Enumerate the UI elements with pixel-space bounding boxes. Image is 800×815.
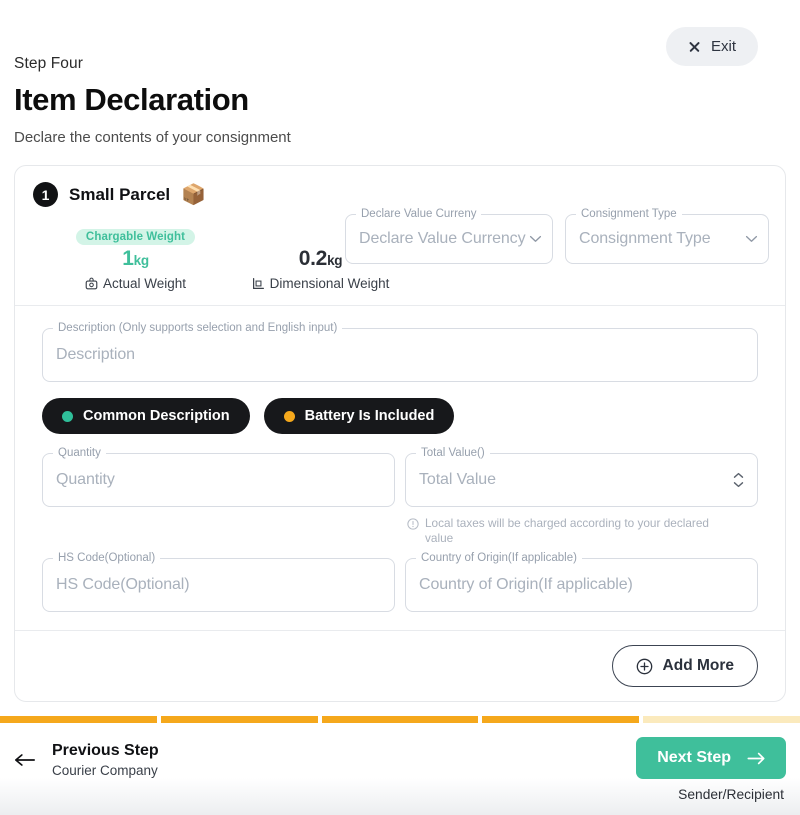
arrow-left-icon [15, 754, 35, 766]
previous-step-text: Previous Step Courier Company [52, 742, 159, 778]
quantity-col: Quantity Quantity [42, 446, 395, 546]
quantity-label: Quantity [53, 446, 106, 460]
step-kicker: Step Four [14, 55, 83, 72]
dimensional-weight-label: Dimensional Weight [269, 276, 390, 291]
actual-weight-block: Chargable Weight 1kg Actual Weight [43, 227, 228, 291]
arrow-right-icon [747, 752, 765, 764]
chevron-down-icon [745, 235, 758, 242]
scale-icon [85, 277, 98, 290]
hs-code-placeholder: HS Code(Optional) [56, 576, 190, 593]
declaration-form: Description (Only supports selection and… [15, 306, 785, 630]
progress-segment [160, 716, 318, 723]
description-placeholder: Description [56, 346, 135, 363]
plus-circle-icon [636, 658, 652, 674]
quantity-field[interactable]: Quantity Quantity [42, 446, 395, 507]
step-progress-bar [0, 716, 800, 723]
quantity-value-row: Quantity Quantity Total Value() Total Va… [42, 446, 758, 546]
page-title: Item Declaration [14, 82, 249, 117]
actual-weight-value: 1kg [43, 247, 228, 271]
next-step-label: Next Step [657, 749, 731, 766]
dimensional-weight-number: 0.2 [298, 247, 328, 270]
exit-label: Exit [710, 38, 736, 55]
dimensional-weight-unit: kg [327, 253, 343, 268]
country-origin-placeholder: Country of Origin(If applicable) [419, 576, 633, 593]
common-description-button[interactable]: Common Description [42, 398, 250, 434]
chargable-weight-badge: Chargable Weight [75, 229, 196, 245]
progress-segment [0, 716, 157, 723]
country-origin-label: Country of Origin(If applicable) [416, 551, 582, 565]
total-value-col: Total Value() Total Value Local taxes wi… [405, 446, 758, 546]
hs-country-row: HS Code(Optional) HS Code(Optional) Coun… [42, 551, 758, 612]
page-header: Step Four Item Declaration Declare the c… [14, 55, 291, 146]
info-icon [407, 518, 419, 530]
status-dot-amber-icon [283, 410, 295, 422]
total-value-placeholder: Total Value [419, 471, 496, 488]
consignment-type-value: Consignment Type [579, 230, 711, 247]
parcel-title-row: 1 Small Parcel 📦 [33, 182, 767, 207]
next-step-group: Next Step Sender/Recipient [636, 737, 786, 802]
hs-code-label: HS Code(Optional) [53, 551, 161, 565]
actual-weight-label-row: Actual Weight [43, 276, 228, 291]
battery-included-button[interactable]: Battery Is Included [263, 398, 455, 434]
description-input[interactable]: Description [42, 328, 758, 382]
progress-segment [643, 716, 800, 723]
total-value-input[interactable]: Total Value [405, 453, 758, 507]
actual-weight-label: Actual Weight [102, 276, 187, 291]
common-description-label: Common Description [83, 408, 230, 424]
quantity-input[interactable]: Quantity [42, 453, 395, 507]
add-more-label: Add More [662, 657, 734, 674]
status-dot-green-icon [62, 410, 73, 422]
description-field[interactable]: Description (Only supports selection and… [42, 321, 758, 382]
total-value-helper-text: Local taxes will be charged according to… [425, 516, 709, 545]
quantity-placeholder: Quantity [56, 471, 115, 488]
total-value-stepper[interactable] [733, 472, 744, 488]
next-step-subtitle: Sender/Recipient [678, 787, 784, 802]
country-origin-col: Country of Origin(If applicable) Country… [405, 551, 758, 612]
chevron-up-icon[interactable] [733, 472, 744, 479]
consignment-type-select[interactable]: Consignment Type Consignment Type [565, 207, 769, 264]
progress-segment [482, 716, 640, 723]
progress-segment [321, 716, 479, 723]
package-icon: 📦 [181, 183, 207, 206]
wizard-footer: Previous Step Courier Company Next Step … [0, 727, 800, 815]
consignment-type-label: Consignment Type [576, 207, 682, 221]
hs-code-field[interactable]: HS Code(Optional) HS Code(Optional) [42, 551, 395, 612]
add-more-button[interactable]: Add More [611, 645, 758, 687]
declare-value-currency-value: Declare Value Currency [359, 230, 526, 247]
declare-value-currency-box[interactable]: Declare Value Currency [345, 214, 553, 264]
chevron-down-icon [529, 235, 542, 242]
total-value-helper-row: Local taxes will be charged according to… [405, 516, 735, 546]
ruler-box-icon [252, 278, 264, 289]
consignment-type-box[interactable]: Consignment Type [565, 214, 769, 264]
hs-code-col: HS Code(Optional) HS Code(Optional) [42, 551, 395, 612]
header-selects: Declare Value Curreny Declare Value Curr… [345, 207, 769, 264]
actual-weight-unit: kg [133, 253, 149, 268]
previous-step-subtitle: Courier Company [52, 763, 158, 778]
item-declaration-page: Exit Step Four Item Declaration Declare … [0, 0, 800, 815]
country-origin-field[interactable]: Country of Origin(If applicable) Country… [405, 551, 758, 612]
description-label: Description (Only supports selection and… [53, 321, 343, 335]
hs-code-input[interactable]: HS Code(Optional) [42, 558, 395, 612]
parcel-card: 1 Small Parcel 📦 Chargable Weight 1kg Ac… [14, 165, 786, 702]
battery-included-label: Battery Is Included [304, 408, 435, 424]
previous-step-title: Previous Step [52, 742, 159, 759]
description-tag-row: Common Description Battery Is Included [42, 398, 758, 434]
close-icon [688, 40, 701, 53]
total-value-field[interactable]: Total Value() Total Value [405, 446, 758, 507]
total-value-label: Total Value() [416, 446, 490, 460]
parcel-card-header: 1 Small Parcel 📦 Chargable Weight 1kg Ac… [15, 166, 785, 305]
parcel-title: Small Parcel [69, 184, 171, 204]
dimensional-weight-label-row: Dimensional Weight [228, 276, 413, 291]
country-origin-input[interactable]: Country of Origin(If applicable) [405, 558, 758, 612]
declare-value-currency-select[interactable]: Declare Value Curreny Declare Value Curr… [345, 207, 553, 264]
page-subtitle: Declare the contents of your consignment [14, 129, 291, 146]
chevron-down-icon[interactable] [733, 481, 744, 488]
exit-button[interactable]: Exit [665, 27, 758, 66]
declare-value-currency-label: Declare Value Curreny [356, 207, 482, 221]
parcel-index-badge: 1 [33, 182, 58, 207]
actual-weight-number: 1 [122, 247, 134, 270]
card-footer: Add More [15, 630, 785, 701]
previous-step-button[interactable]: Previous Step Courier Company [14, 742, 159, 778]
next-step-button[interactable]: Next Step [636, 737, 786, 779]
